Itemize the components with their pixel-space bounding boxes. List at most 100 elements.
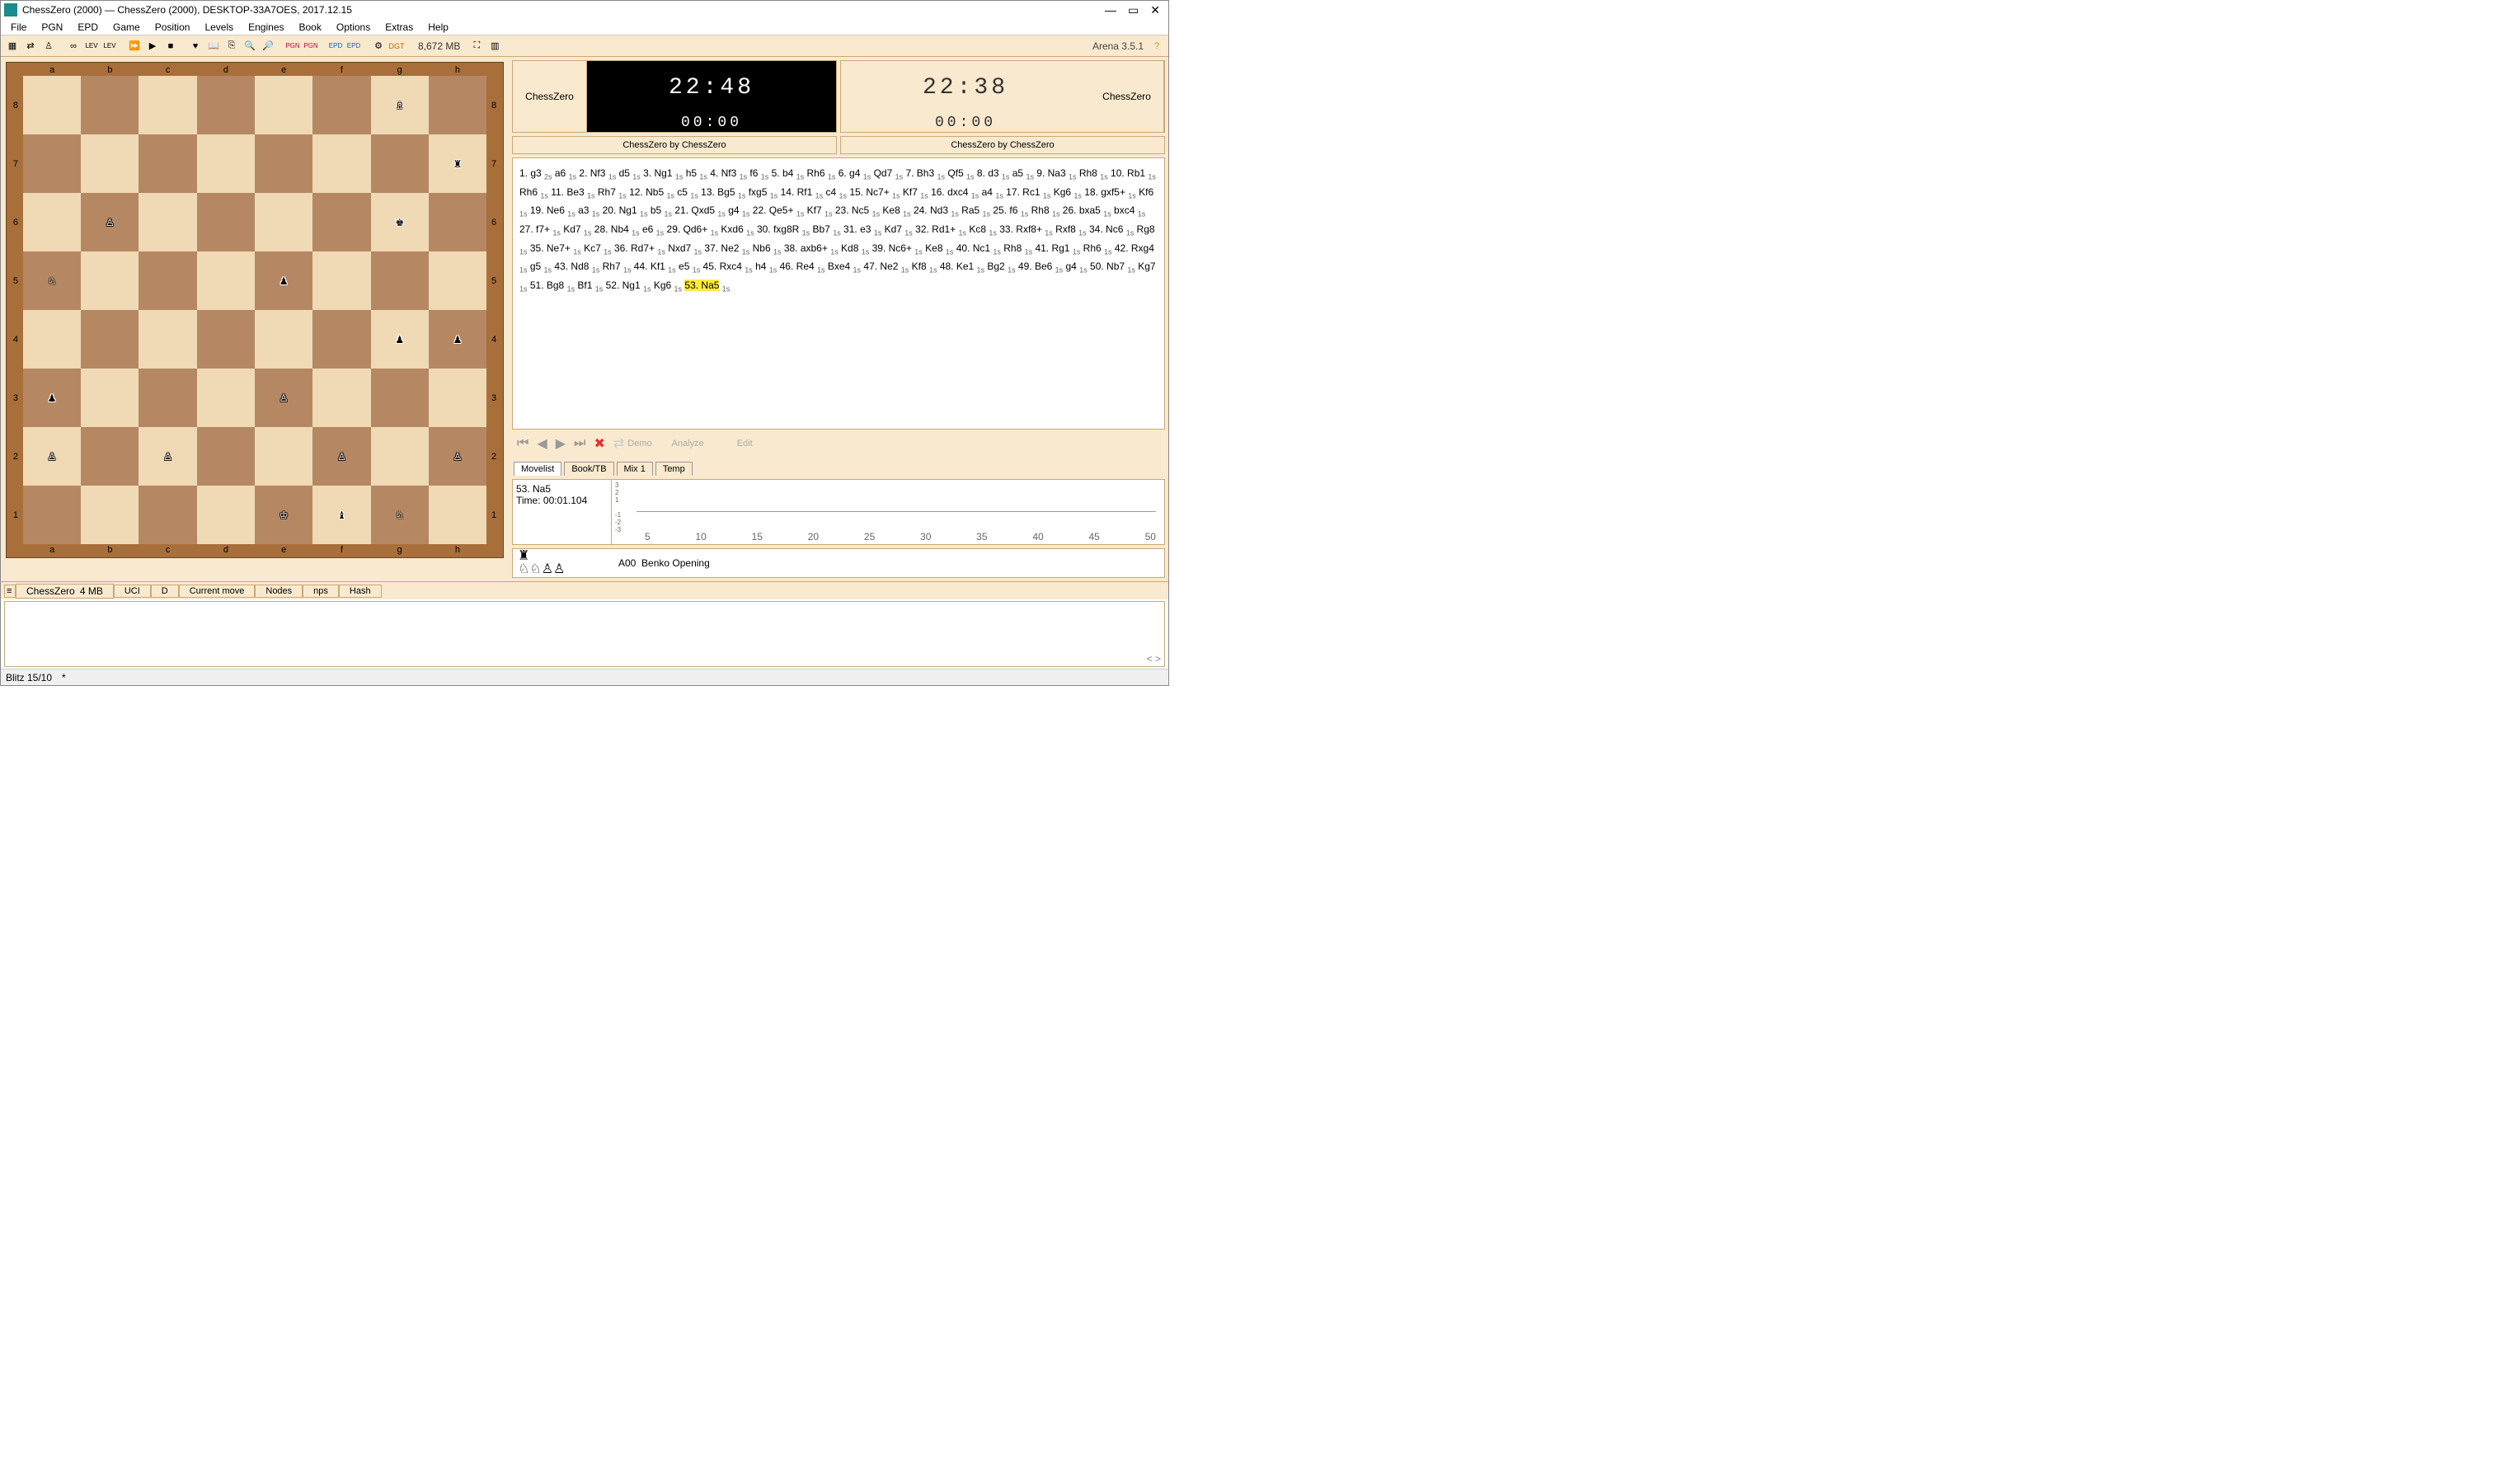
square-f4[interactable] <box>312 310 370 369</box>
square-f7[interactable] <box>312 134 370 193</box>
menu-levels[interactable]: Levels <box>198 20 240 35</box>
square-c5[interactable] <box>139 251 196 310</box>
menu-help[interactable]: Help <box>421 20 455 35</box>
tab-mix1[interactable]: Mix 1 <box>617 462 653 476</box>
square-e4[interactable] <box>255 310 312 369</box>
square-g3[interactable] <box>371 369 429 427</box>
square-h8[interactable] <box>429 76 486 134</box>
tool-pgn1-icon[interactable]: PGN <box>284 38 301 54</box>
square-d2[interactable] <box>197 427 255 486</box>
menu-file[interactable]: File <box>4 20 33 35</box>
square-c2[interactable]: ♙ <box>139 427 196 486</box>
square-g8[interactable]: ♗ <box>371 76 429 134</box>
nav-edit-label[interactable]: Edit <box>737 439 753 448</box>
square-f8[interactable] <box>312 76 370 134</box>
square-a5[interactable]: ♘ <box>23 251 81 310</box>
square-f2[interactable]: ♙ <box>312 427 370 486</box>
square-a3[interactable]: ♟ <box>23 369 81 427</box>
menu-extras[interactable]: Extras <box>378 20 420 35</box>
square-e2[interactable] <box>255 427 312 486</box>
tool-stop-icon[interactable]: ■ <box>162 38 179 54</box>
tool-board-icon[interactable]: ▦ <box>4 38 21 54</box>
square-b7[interactable] <box>81 134 139 193</box>
nav-delete-icon[interactable]: ✖ <box>594 435 604 452</box>
square-d5[interactable] <box>197 251 255 310</box>
square-c8[interactable] <box>139 76 196 134</box>
close-button[interactable]: ✕ <box>1150 4 1160 16</box>
square-c4[interactable] <box>139 310 196 369</box>
square-f5[interactable] <box>312 251 370 310</box>
square-a8[interactable] <box>23 76 81 134</box>
tool-epd2-icon[interactable]: EPD <box>345 38 362 54</box>
square-b1[interactable] <box>81 486 139 544</box>
engine-toggle[interactable]: ≡ <box>4 585 16 598</box>
square-g1[interactable]: ♘ <box>371 486 429 544</box>
maximize-button[interactable]: ▭ <box>1128 4 1139 16</box>
square-b5[interactable] <box>81 251 139 310</box>
square-a2[interactable]: ♙ <box>23 427 81 486</box>
menu-position[interactable]: Position <box>148 20 197 35</box>
square-f6[interactable] <box>312 193 370 251</box>
square-b4[interactable] <box>81 310 139 369</box>
tool-lev1-icon[interactable]: LEV <box>83 38 100 54</box>
square-h1[interactable] <box>429 486 486 544</box>
tab-booktb[interactable]: Book/TB <box>564 462 613 476</box>
chessboard[interactable]: abcdefgh8♗87♜76♙♚65♘♟54♟♟43♟♙32♙♙♙♙21♔♝♘… <box>6 62 504 558</box>
square-h7[interactable]: ♜ <box>429 134 486 193</box>
tool-arrows-icon[interactable]: ⇄ <box>22 38 39 54</box>
menu-game[interactable]: Game <box>106 20 147 35</box>
tool-pgn2-icon[interactable]: PGN <box>303 38 319 54</box>
square-h6[interactable] <box>429 193 486 251</box>
square-h4[interactable]: ♟ <box>429 310 486 369</box>
square-h2[interactable]: ♙ <box>429 427 486 486</box>
square-g2[interactable] <box>371 427 429 486</box>
menu-book[interactable]: Book <box>293 20 328 35</box>
movelist[interactable]: 1. g3 2s a6 1s 2. Nf3 1s d5 1s 3. Ng1 1s… <box>512 157 1165 430</box>
nav-prev-icon[interactable]: ◀ <box>537 435 547 452</box>
square-d7[interactable] <box>197 134 255 193</box>
tool-copy-icon[interactable]: ⎘ <box>223 38 240 54</box>
tool-search-icon[interactable]: 🔍 <box>242 38 258 54</box>
square-g5[interactable] <box>371 251 429 310</box>
minimize-button[interactable]: — <box>1105 4 1116 16</box>
square-c3[interactable] <box>139 369 196 427</box>
tool-dgt-icon[interactable]: DGT <box>388 38 405 54</box>
square-d3[interactable] <box>197 369 255 427</box>
square-b8[interactable] <box>81 76 139 134</box>
square-f1[interactable]: ♝ <box>312 486 370 544</box>
menu-options[interactable]: Options <box>330 20 377 35</box>
square-d8[interactable] <box>197 76 255 134</box>
square-c6[interactable] <box>139 193 196 251</box>
tool-gear-icon[interactable]: ⚙ <box>370 38 387 54</box>
tool-lev2-icon[interactable]: LEV <box>101 38 118 54</box>
nav-analyze-label[interactable]: Analyze <box>672 439 704 448</box>
menu-pgn[interactable]: PGN <box>35 20 69 35</box>
tool-fastfwd-icon[interactable]: ⏩ <box>126 38 143 54</box>
eval-graph[interactable]: 321-1-2-3 5101520253035404550 <box>612 480 1164 544</box>
square-d1[interactable] <box>197 486 255 544</box>
menu-epd[interactable]: EPD <box>71 20 105 35</box>
help-icon[interactable]: ? <box>1149 38 1165 54</box>
scroll-arrows[interactable]: < > <box>1147 653 1161 665</box>
square-b6[interactable]: ♙ <box>81 193 139 251</box>
square-b2[interactable] <box>81 427 139 486</box>
square-h3[interactable] <box>429 369 486 427</box>
engine-output[interactable]: < > <box>4 601 1165 667</box>
square-e8[interactable] <box>255 76 312 134</box>
tool-book-icon[interactable]: 📖 <box>205 38 222 54</box>
square-a6[interactable] <box>23 193 81 251</box>
nav-first-icon[interactable]: ⏮ <box>517 436 529 451</box>
square-a7[interactable] <box>23 134 81 193</box>
tab-movelist[interactable]: Movelist <box>514 462 561 476</box>
nav-last-icon[interactable]: ⏭ <box>574 436 585 451</box>
square-e3[interactable]: ♙ <box>255 369 312 427</box>
square-g4[interactable]: ♟ <box>371 310 429 369</box>
tool-epd1-icon[interactable]: EPD <box>327 38 344 54</box>
tool-heart-icon[interactable]: ♥ <box>187 38 204 54</box>
tool-infinity-icon[interactable]: ∞ <box>65 38 82 54</box>
square-c1[interactable] <box>139 486 196 544</box>
square-b3[interactable] <box>81 369 139 427</box>
square-e6[interactable] <box>255 193 312 251</box>
square-g7[interactable] <box>371 134 429 193</box>
tab-temp[interactable]: Temp <box>655 462 693 476</box>
